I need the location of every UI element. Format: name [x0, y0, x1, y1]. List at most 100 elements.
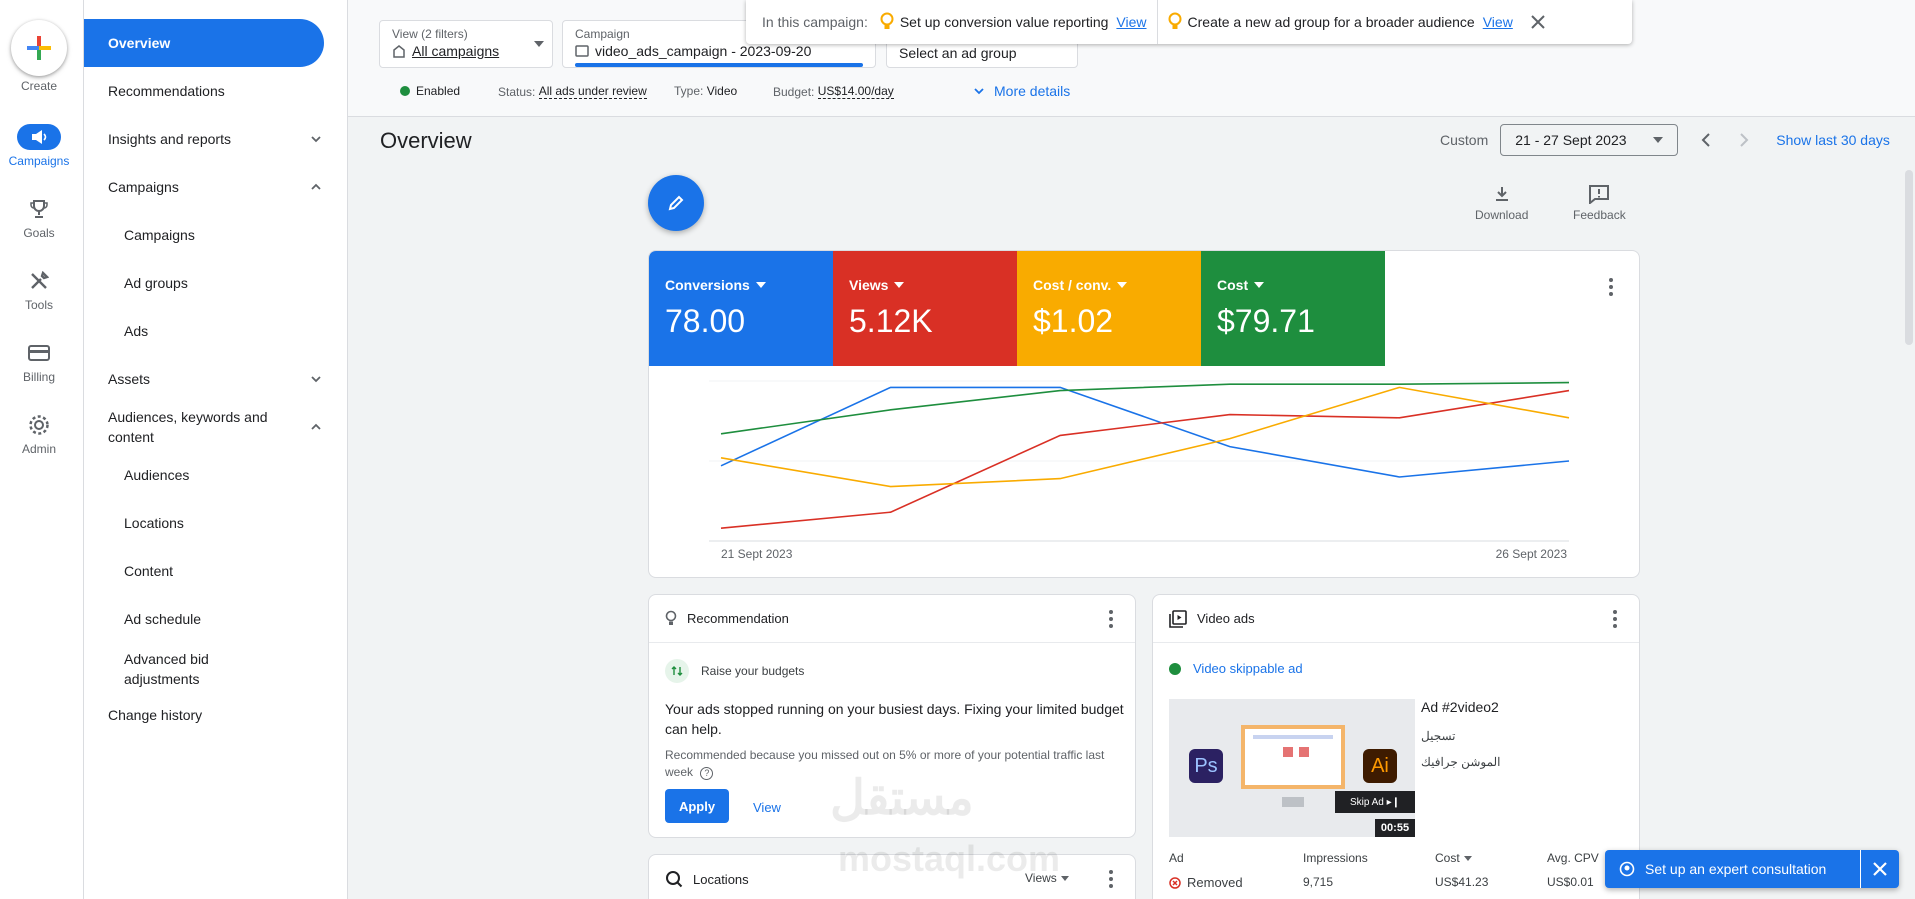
location-search-icon: [666, 871, 683, 888]
side-nav: Overview Recommendations Insights and re…: [84, 0, 348, 899]
apply-button[interactable]: Apply: [665, 789, 729, 823]
lightbulb-icon: [665, 610, 677, 625]
rail-admin-label: Admin: [21, 442, 56, 456]
metric-label: Cost: [1217, 277, 1249, 293]
chevron-left-icon[interactable]: [1700, 132, 1712, 148]
nav-ad-groups[interactable]: Ad groups: [84, 271, 324, 295]
locations-more-icon[interactable]: [1099, 867, 1123, 891]
status-type: Type: Video: [674, 84, 737, 98]
nav-recommendations[interactable]: Recommendations: [84, 79, 324, 103]
recommendation-view-link[interactable]: View: [753, 800, 781, 815]
status-budget[interactable]: Budget: US$14.00/day: [773, 84, 894, 99]
close-icon[interactable]: [1873, 862, 1887, 876]
create-button[interactable]: [11, 20, 67, 76]
view-filter-label: View (2 filters): [392, 27, 468, 41]
skip-ad-button[interactable]: Skip Ad ▸❙: [1335, 791, 1415, 813]
more-details-link[interactable]: More details: [972, 83, 1070, 99]
recommendation-more-icon[interactable]: [1099, 607, 1123, 631]
nav-assets[interactable]: Assets: [84, 367, 324, 391]
caret-down-icon: [755, 282, 766, 288]
nav-audiences-group[interactable]: Audiences, keywords and content: [84, 405, 324, 449]
col-cpv-header: Avg. CPV: [1547, 851, 1599, 865]
rail-tools-label: Tools: [24, 298, 53, 312]
rail-campaigns[interactable]: Campaigns: [0, 124, 78, 168]
chevron-down-icon: [311, 136, 321, 143]
caret-down-icon: [1463, 855, 1472, 861]
metric-views[interactable]: Views 5.12K: [833, 251, 1017, 366]
recommendation-subtitle-row: Raise your budgets: [665, 659, 804, 683]
edit-button[interactable]: [648, 175, 704, 231]
skip-ad-label: Skip Ad: [1349, 796, 1384, 808]
rail-admin[interactable]: Admin: [0, 412, 78, 456]
caret-down-icon: [1117, 282, 1128, 288]
rail-tools[interactable]: Tools: [0, 268, 78, 312]
nav-audiences[interactable]: Audiences: [84, 463, 324, 487]
create-label[interactable]: Create: [0, 79, 78, 93]
row-status: Removed: [1169, 875, 1243, 890]
caret-down-icon: [1254, 282, 1265, 288]
close-icon[interactable]: [1531, 15, 1545, 29]
video-ad-type-row[interactable]: Video skippable ad: [1169, 661, 1303, 676]
help-icon[interactable]: ?: [700, 767, 714, 780]
expert-consultation-banner[interactable]: Set up an expert consultation: [1605, 850, 1899, 888]
scrollbar[interactable]: [1905, 170, 1913, 345]
trophy-icon: [17, 196, 61, 222]
nav-insights[interactable]: Insights and reports: [84, 127, 324, 151]
feedback-button[interactable]: Feedback: [1573, 184, 1626, 222]
show-last-30-link[interactable]: Show last 30 days: [1776, 132, 1890, 148]
video-ad-name: Ad #2video2: [1421, 699, 1499, 715]
nav-campaigns[interactable]: Campaigns: [84, 223, 324, 247]
nav-overview[interactable]: Overview: [84, 19, 324, 67]
nav-content[interactable]: Content: [84, 559, 324, 583]
recommendation-subtitle: Raise your budgets: [701, 664, 805, 678]
chevron-right-icon[interactable]: [1738, 132, 1750, 148]
nav-insights-label: Insights and reports: [108, 131, 231, 147]
download-button[interactable]: Download: [1475, 184, 1528, 222]
rail-goals-label: Goals: [23, 226, 55, 240]
notification-item2-link[interactable]: View: [1483, 14, 1513, 30]
metric-cost[interactable]: Cost $79.71: [1201, 251, 1385, 366]
status-enabled: Enabled: [400, 84, 460, 98]
rail-billing[interactable]: Billing: [0, 340, 78, 384]
video-thumbnail[interactable]: Ps Ai Skip Ad ▸❙ 00:55: [1169, 699, 1415, 837]
notification-divider: [1156, 0, 1158, 44]
video-ads-more-icon[interactable]: [1603, 607, 1627, 631]
nav-ad-schedule[interactable]: Ad schedule: [84, 607, 324, 631]
chevron-down-icon: [974, 88, 984, 95]
nav-audiences-group-label: Audiences, keywords and content: [108, 409, 268, 445]
metric-value: $1.02: [1033, 303, 1114, 339]
feedback-label: Feedback: [1573, 208, 1626, 222]
campaign-filter-value: video_ads_campaign - 2023-09-20: [595, 43, 812, 59]
campaign-notification: In this campaign: Set up conversion valu…: [746, 0, 1632, 44]
row-status-text: Removed: [1187, 875, 1243, 890]
nav-campaigns-group[interactable]: Campaigns: [84, 175, 324, 199]
budget-label: Budget:: [773, 84, 815, 99]
nav-change-history[interactable]: Change history: [84, 703, 324, 727]
home-icon: [393, 45, 405, 58]
notification-item1-link[interactable]: View: [1116, 14, 1146, 30]
video-icon: [575, 45, 589, 57]
caret-down-icon: [1653, 137, 1664, 143]
metric-conversions[interactable]: Conversions 78.00: [649, 251, 833, 366]
date-controls: Custom 21 - 27 Sept 2023 Show last 30 da…: [1440, 124, 1890, 156]
download-icon: [1495, 187, 1508, 201]
caret-down-icon: [894, 282, 905, 288]
status-review[interactable]: Status: All ads under review: [498, 84, 647, 99]
view-filter[interactable]: View (2 filters) All campaigns: [379, 20, 553, 68]
col-ad-header: Ad: [1169, 851, 1184, 865]
notification-prefix: In this campaign:: [762, 14, 868, 30]
chart-more-icon[interactable]: [1599, 275, 1623, 299]
nav-advanced-bid[interactable]: Advanced bid adjustments: [84, 647, 324, 691]
date-range-select[interactable]: 21 - 27 Sept 2023: [1500, 124, 1679, 156]
video-ad-type: Video skippable ad: [1193, 661, 1303, 676]
rail-goals[interactable]: Goals: [0, 196, 78, 240]
metric-cost-per-conv[interactable]: Cost / conv. $1.02: [1017, 251, 1201, 366]
locations-title: Locations: [693, 871, 749, 887]
nav-locations[interactable]: Locations: [84, 511, 324, 535]
nav-ads[interactable]: Ads: [84, 319, 324, 343]
campaign-underline: [575, 63, 863, 67]
adgroup-filter-value: Select an ad group: [899, 45, 1017, 61]
performance-chart-card: Conversions 78.00 Views 5.12K Cost / con…: [648, 250, 1640, 578]
page-title: Overview: [380, 128, 472, 153]
col-cost-header[interactable]: Cost: [1435, 851, 1472, 865]
